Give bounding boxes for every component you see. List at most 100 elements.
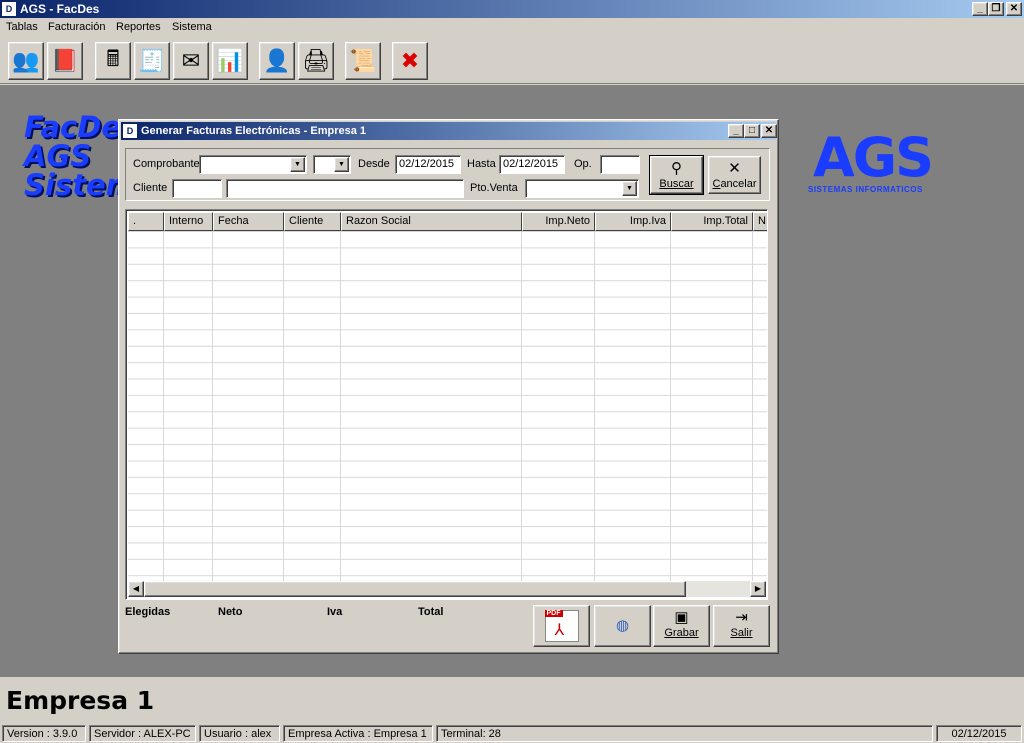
comprobante-select[interactable]: ▼ [199,155,307,174]
close-icon: ✕ [728,160,741,177]
dialog-close-button[interactable]: ✕ [761,124,777,138]
pdf-icon: PDF ⅄ [544,610,579,642]
certificate-icon: 📜 [349,48,377,73]
status-terminal: Terminal: 28 [436,725,933,742]
dialog-minimize-button[interactable]: _ [728,124,744,138]
scroll-left-icon[interactable]: ◀ [128,581,144,597]
toolbar-exit-button[interactable]: ✖ [392,42,428,80]
total-label: Total [418,606,444,618]
calculator-icon: 🖩 [106,46,120,71]
chevron-down-icon[interactable]: ▼ [290,157,305,172]
hasta-label: Hasta [467,158,496,170]
grid-header: . Interno Fecha Cliente Razon Social Imp… [128,212,767,231]
toolbar-book-button[interactable]: 📕 [47,42,83,80]
buscar-label: Buscar [659,178,694,190]
scroll-right-icon[interactable]: ▶ [750,581,766,597]
generar-facturas-dialog: D Generar Facturas Electrónicas - Empres… [118,119,779,654]
op-label: Op. [574,158,592,170]
grabar-button[interactable]: ▣ Grabar [653,605,710,647]
salir-label: Salir [730,627,753,639]
cliente-code-input[interactable] [172,179,222,198]
toolbar-user-doc-button[interactable]: 👤 [259,42,295,80]
desde-input[interactable]: 02/12/2015 [395,155,461,174]
comprobante-label: Comprobante [133,158,200,170]
op-input[interactable] [600,155,640,174]
pto-venta-label: Pto.Venta [470,182,518,194]
status-servidor: Servidor : ALEX-PC [89,725,196,742]
ags-logo: AGS [813,126,934,189]
menu-reportes[interactable]: Reportes [116,21,161,33]
col-cliente[interactable]: Cliente [284,212,341,231]
minimize-button[interactable]: _ [972,2,988,16]
neto-label: Neto [218,606,243,618]
window-title: AGS - FacDes [20,2,100,16]
restore-button[interactable]: ❐ [988,2,1004,16]
user-print-icon: 🖨 [302,48,330,73]
grid-body[interactable] [128,231,767,581]
dialog-app-icon: D [123,124,137,138]
invoice-icon: 🧾 [138,48,166,73]
menu-sistema[interactable]: Sistema [172,21,212,33]
facturas-grid[interactable]: . Interno Fecha Cliente Razon Social Imp… [125,209,768,600]
status-usuario: Usuario : alex [199,725,280,742]
chevron-down-icon[interactable]: ▼ [334,157,349,172]
col-selector[interactable]: . [128,212,164,231]
col-imp-iva[interactable]: Imp.Iva [595,212,671,231]
cancelar-button[interactable]: ✕ Cancelar [708,156,761,194]
send-button[interactable]: ◍ [594,605,651,647]
hasta-input[interactable]: 02/12/2015 [499,155,565,174]
toolbar-calculator-button[interactable]: 🖩 [95,42,131,80]
menu-tablas[interactable]: Tablas [6,21,38,33]
pto-venta-select[interactable]: ▼ [525,179,639,198]
elegidas-label: Elegidas [125,606,171,618]
horizontal-scrollbar[interactable]: ◀ ▶ [128,581,766,597]
empresa-activa-banner: Empresa 1 [6,686,155,715]
iva-label: Iva [327,606,343,618]
dialog-maximize-button[interactable]: □ [744,124,760,138]
toolbar: 👥 📕 🖩 🧾 ✉ 📊 👤 🖨 📜 ✖ [0,38,1024,84]
book-icon: 📕 [51,48,79,73]
filter-group: Comprobante ▼ ▼ Desde 02/12/2015 Hasta 0… [125,148,770,201]
grabar-label: Grabar [664,627,699,639]
toolbar-envelope-button[interactable]: ✉ [173,42,209,80]
col-razon-social[interactable]: Razon Social [341,212,522,231]
app-icon: D [2,2,16,16]
salir-button[interactable]: ⇥ Salir [713,605,770,647]
brand-ags: AGS [24,139,92,173]
cliente-name-input[interactable] [226,179,464,198]
main-title-bar: D AGS - FacDes _ ❐ ✕ [0,0,1024,18]
envelope-icon: ✉ [181,48,201,73]
toolbar-users-button[interactable]: 👥 [8,42,44,80]
cliente-label: Cliente [133,182,168,194]
status-date: 02/12/2015 [936,725,1022,742]
globe-icon: ◍ [615,617,630,634]
toolbar-chart-button[interactable]: 📊 [212,42,248,80]
col-imp-neto[interactable]: Imp.Neto [522,212,595,231]
dialog-title-bar: D Generar Facturas Electrónicas - Empres… [121,122,777,140]
bar-chart-icon: 📊 [216,48,244,73]
col-fecha[interactable]: Fecha [213,212,284,231]
buscar-button[interactable]: ⚲ Buscar [649,155,704,195]
menu-bar: Tablas Facturación Reportes Sistema [0,18,1024,38]
desde-label: Desde [358,158,390,170]
toolbar-user-print-button[interactable]: 🖨 [298,42,334,80]
pdf-button[interactable]: PDF ⅄ [533,605,590,647]
floppy-disk-icon: ▣ [674,609,689,626]
status-bar: Version : 3.9.0 Servidor : ALEX-PC Usuar… [0,724,1024,743]
exit-icon: ✖ [400,48,420,73]
ags-logo-subtitle: SISTEMAS INFORMATICOS [808,185,923,194]
close-button[interactable]: ✕ [1006,2,1022,16]
menu-facturacion[interactable]: Facturación [48,21,105,33]
user-doc-icon: 👤 [263,48,291,73]
dialog-title: Generar Facturas Electrónicas - Empresa … [141,125,366,137]
col-imp-total[interactable]: Imp.Total [671,212,753,231]
toolbar-invoice-button[interactable]: 🧾 [134,42,170,80]
comprobante-letra-select[interactable]: ▼ [313,155,351,174]
chevron-down-icon[interactable]: ▼ [622,181,637,196]
col-interno[interactable]: Interno [164,212,213,231]
status-version: Version : 3.9.0 [2,725,86,742]
toolbar-certificate-button[interactable]: 📜 [345,42,381,80]
scroll-thumb[interactable] [144,581,686,597]
cancelar-label: Cancelar [712,178,757,190]
col-n[interactable]: N [753,212,767,231]
